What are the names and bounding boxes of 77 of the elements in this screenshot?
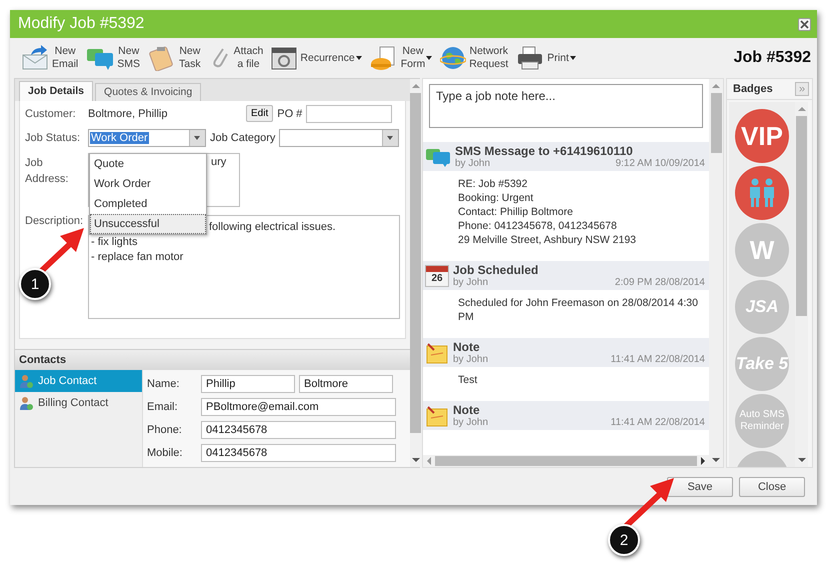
scrollbar[interactable] [423,455,709,467]
note-author: by John [453,276,488,288]
job-category-select[interactable] [279,128,400,147]
person-icon [19,374,34,388]
toolbar-button[interactable]: New Task [145,40,204,76]
toolbar-button[interactable]: New Email [18,40,82,76]
dropdown-option[interactable]: Unsuccessful [90,214,206,234]
text-field[interactable]: 0412345678 [201,421,396,439]
field-label: Mobile: [147,447,184,459]
field-label: Job Status: [25,132,82,144]
calendar-icon: 26 [425,264,449,286]
globe-icon [440,45,466,71]
field-label: Description: [25,214,84,227]
note-text: Booking: Urgent [458,191,534,205]
note-text: 29 Melville Street, Ashbury NSW 2193 [458,233,637,247]
sticky-note-icon [425,404,449,426]
window-title: Modify Job #5392 [18,15,144,33]
toolbar-button[interactable]: Network Request [437,40,512,76]
close-icon[interactable] [798,18,811,30]
panel-title: Badges [733,83,773,95]
toolbar-button[interactable]: New SMS [83,40,144,76]
person-icon [19,396,34,410]
field-label: PO # [277,108,302,120]
note-time: 2:09 PM 28/08/2014 [614,276,705,288]
note-time: 9:12 AM 10/09/2014 [615,158,705,170]
note-title: Note [453,402,481,416]
toolbar-button[interactable]: Recurrence [268,40,365,76]
badge[interactable] [735,166,789,220]
envelope-icon [21,45,49,71]
note-text: RE: Job #5392 [458,177,528,191]
dropdown-option[interactable]: Completed [90,194,206,214]
note-title: SMS Message to +61419610110 [455,144,634,158]
text-field[interactable]: 0412345678 [201,444,396,462]
recurrence-icon [271,45,298,71]
dropdown-option[interactable]: Quote [90,154,206,174]
toolbar-button[interactable]: New Form [366,40,436,76]
customer-name: Boltmore, Phillip [88,108,168,120]
note-text: Contact: Phillip Boltmore [458,205,574,219]
text-field[interactable]: PBoltmore@email.com [201,398,396,416]
badge[interactable]: VIP [735,109,789,163]
tab[interactable]: Job Details [19,80,94,101]
note-author: by John [453,354,488,366]
printer-icon [516,45,544,71]
edit-button[interactable]: Edit [246,105,274,122]
field-label: Customer: [25,108,77,120]
field-label: Phone: [147,424,183,436]
note-time: 11:41 AM 22/08/2014 [610,354,705,366]
dialog-button[interactable]: Save [667,476,733,496]
last-name-field[interactable]: Boltmore [299,375,393,393]
scrollbar[interactable] [709,79,723,467]
note-author: by John [455,158,490,170]
note-text: Test [458,373,478,387]
note-input[interactable]: Type a job note here... [429,84,703,128]
field-label: Job Address: [25,156,70,187]
tab[interactable]: Quotes & Invoicing [95,82,202,101]
toolbar-button[interactable]: Attach a file [206,40,266,76]
contact-item[interactable]: Billing Contact [15,392,142,414]
sticky-note-icon [425,342,449,364]
job-status-select[interactable]: Work Order [88,128,206,147]
first-name-field[interactable]: Phillip [201,375,295,393]
dropdown-option[interactable]: Work Order [90,174,206,194]
panel-header: Contacts [15,349,410,370]
note-author: by John [453,416,488,428]
job-number: Job #5392 [734,49,811,67]
po-field[interactable] [306,104,392,123]
dialog-button[interactable]: Close [739,476,805,496]
scrollbar[interactable] [410,79,421,467]
note-time: 11:41 AM 22/08/2014 [610,416,705,428]
step-number: 2 [608,524,640,556]
toolbar-button[interactable]: Print [513,40,579,76]
note-title: Job Scheduled [453,262,540,276]
field-label: Job Category [210,132,276,144]
field-label: Email: [147,401,179,413]
note-text: Phone: 0412345678, 0412345678 [458,219,618,233]
field-label: Name: [147,378,180,390]
note-title: Note [453,340,481,354]
note-text: Scheduled for John Freemason on 28/08/2014 4:30 PM [458,296,699,324]
